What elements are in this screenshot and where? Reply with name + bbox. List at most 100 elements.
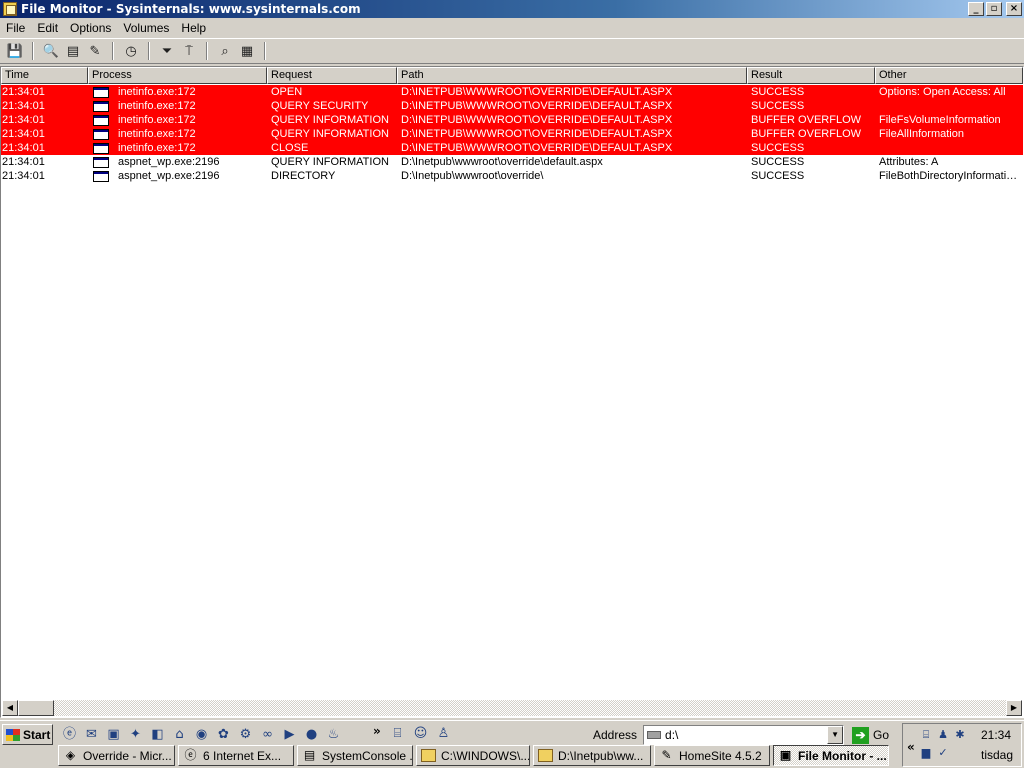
menu-edit[interactable]: Edit [31,21,64,35]
taskbar-button[interactable]: ✎ HomeSite 4.5.2 [654,745,770,766]
list-header: Time Process Request Path Result Other [1,67,1023,84]
minimize-button[interactable]: _ [968,2,984,16]
table-row[interactable]: 21:34:01 inetinfo.exe:172 QUERY INFORMATIO… [1,113,1023,127]
menu-options[interactable]: Options [64,21,117,35]
clock-day: tisdag [981,748,1014,762]
scroll-thumb[interactable] [18,700,54,716]
windows-logo-icon [6,728,20,741]
taskbar-button-label: 6 Internet Ex... [203,748,282,763]
column-header-time[interactable]: Time [1,67,88,84]
event-list[interactable]: Time Process Request Path Result Other 2… [0,66,1024,718]
cell-process: inetinfo.exe:172 [88,127,267,141]
regedit-icon[interactable]: ⚙ [236,726,255,744]
window-controls: _ ▫ × [968,2,1022,16]
tools-icon[interactable]: ✦ [126,726,145,744]
sound-tray-icon[interactable]: ✓ [936,745,950,760]
table-row[interactable]: 21:34:01 inetinfo.exe:172 QUERY INFORMATIO… [1,127,1023,141]
cell-result: BUFFER OVERFLOW [751,128,862,140]
go-button[interactable]: ➔ Go [852,726,889,744]
filter-icon[interactable]: ⏷ [156,40,178,62]
scanner-icon[interactable]: ⌸ [388,725,407,743]
people-icon[interactable]: ♙ [434,725,453,743]
messenger-tray-icon[interactable]: ♟ [936,727,950,742]
cell-path: D:\INETPUB\WWWROOT\OVERRIDE\DEFAULT.ASPX [401,100,673,112]
cell-result: SUCCESS [751,100,805,112]
explorer-icon[interactable]: ▦ [236,40,258,62]
table-row[interactable]: 21:34:01 aspnet_wp.exe:2196 QUERY INFORMAT… [1,155,1023,169]
cell-request: QUERY SECURITY [271,100,369,112]
clock[interactable]: 21:34 [981,728,1011,742]
address-input[interactable]: d:\ ▼ [643,725,845,745]
table-row[interactable]: 21:34:01 aspnet_wp.exe:2196 DIRECTORY D:\In… [1,169,1023,183]
taskbar-button[interactable]: ▣ File Monitor - ... [773,745,889,766]
column-header-request[interactable]: Request [267,67,397,84]
taskbar-button[interactable]: D:\Inetpub\ww... [533,745,651,766]
horizontal-scrollbar[interactable]: ◀ ▶ [2,700,1022,716]
menu-help[interactable]: Help [175,21,212,35]
media-icon[interactable]: ▶ [280,726,299,744]
column-header-path[interactable]: Path [397,67,747,84]
toolbar-separator [112,42,114,60]
process-name: aspnet_wp.exe:2196 [118,170,220,182]
clear-icon[interactable]: ✎ [84,40,106,62]
network-icon[interactable]: ⌂ [170,726,189,744]
toolbar: 💾 🔍 ▤ ✎ ◷ ⏷ ⍑ ⌕ ▦ [0,38,1024,64]
table-row[interactable]: 21:34:01 inetinfo.exe:172 OPEN D:\INETPUB\W… [1,85,1023,99]
process-window-icon [93,142,109,154]
cell-request: OPEN [271,86,303,98]
column-header-process[interactable]: Process [88,67,267,84]
taskbar-button[interactable]: ⓔ 6 Internet Ex... [178,745,294,766]
autoscroll-icon[interactable]: ▤ [62,40,84,62]
paint-icon[interactable]: ✿ [214,726,233,744]
save-icon[interactable]: 💾 [4,40,26,62]
restore-button[interactable]: ▫ [986,2,1002,16]
vs-icon[interactable]: ◧ [148,726,167,744]
close-button[interactable]: × [1006,2,1022,16]
cell-process: inetinfo.exe:172 [88,99,267,113]
process-name: inetinfo.exe:172 [118,86,196,98]
menu-volumes[interactable]: Volumes [117,21,175,35]
taskbar-button[interactable]: ◈ Override - Micr... [58,745,175,766]
folder-icon [421,749,436,762]
menu-file[interactable]: File [0,21,31,35]
cell-other [875,99,1023,113]
chain-icon[interactable]: ∞ [258,726,277,744]
desktop-icon[interactable]: ▣ [104,726,123,744]
outlook-icon[interactable]: ✉ [82,726,101,744]
ie-icon[interactable]: ⓔ [60,726,79,744]
scroll-right-button[interactable]: ▶ [1006,700,1022,716]
security-tray-icon[interactable]: ✱ [953,727,967,742]
column-header-other[interactable]: Other [875,67,1023,84]
cell-process: aspnet_wp.exe:2196 [88,155,267,169]
tray-expand-icon[interactable]: « [907,740,915,754]
address-toolbar: Address d:\ ▼ ➔ Go [593,725,889,745]
cell-other: Attributes: A [879,156,939,168]
taskbar-button[interactable]: C:\WINDOWS\... [416,745,530,766]
taskbar-button[interactable]: ▤ SystemConsole ... [297,745,413,766]
address-dropdown-button[interactable]: ▼ [827,726,844,744]
photo-icon[interactable]: ◉ [192,726,211,744]
time-icon[interactable]: ◷ [120,40,142,62]
cell-request: CLOSE [271,142,309,154]
table-row[interactable]: 21:34:01 inetinfo.exe:172 CLOSE D:\INETPUB\… [1,141,1023,155]
filemon-app-icon[interactable] [3,2,17,16]
capture-icon[interactable]: 🔍 [40,40,62,62]
find-icon[interactable]: ⌕ [214,40,236,62]
folder-icon [538,749,553,762]
users-icon[interactable]: ☺ [411,725,430,743]
cell-request: DIRECTORY [271,170,336,182]
record-icon[interactable]: ● [302,726,321,744]
quick-launch-more-icon[interactable]: » [373,724,381,738]
toolbar-separator [206,42,208,60]
tray-icons: ⌸ ♟ ✱ ▆ ✓ [919,727,969,760]
monitor-tray-icon[interactable]: ▆ [919,745,933,760]
scroll-left-button[interactable]: ◀ [2,700,18,716]
scroll-track[interactable] [18,700,1006,716]
column-header-result[interactable]: Result [747,67,875,84]
network-tray-icon[interactable]: ⌸ [919,727,933,742]
java-icon[interactable]: ♨ [324,726,343,744]
quick-launch: ⓔ ✉ ▣ ✦ ◧ ⌂ ◉ ✿ ⚙ ∞ ▶ ● ♨ [60,725,343,745]
start-button[interactable]: Start [2,724,53,745]
table-row[interactable]: 21:34:01 inetinfo.exe:172 QUERY SECURITY D:… [1,99,1023,113]
highlight-icon[interactable]: ⍑ [178,40,200,62]
